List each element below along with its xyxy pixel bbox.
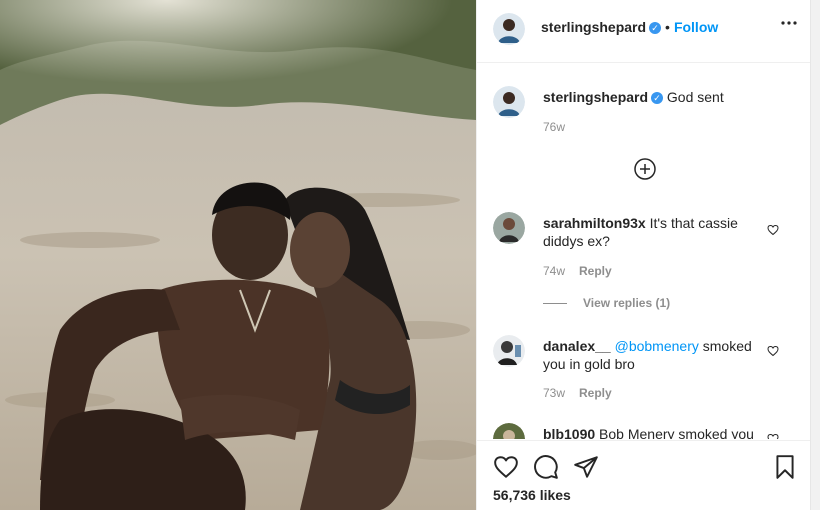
post-actions-footer: 56,736 likes xyxy=(477,440,811,511)
caption-body: God sent xyxy=(666,89,724,105)
follow-button[interactable]: Follow xyxy=(674,19,718,35)
caption-row: sterlingshepard ✓ God sent 76w xyxy=(493,86,793,146)
comment-body-line2: you in gold bro xyxy=(543,356,635,372)
verified-badge-icon: ✓ xyxy=(649,22,662,34)
post-photo[interactable] xyxy=(0,0,476,510)
comment-body-line1: Bob Menery smoked you xyxy=(599,426,754,439)
avatar[interactable] xyxy=(493,335,525,367)
comment-text: sarahmilton93x It's that cassie diddys e… xyxy=(543,214,738,250)
comment-like-heart-icon[interactable] xyxy=(767,223,779,236)
commenter-avatar-icon xyxy=(493,212,525,244)
heart-icon[interactable] xyxy=(493,454,519,480)
avatar[interactable] xyxy=(493,423,525,439)
post-header: sterlingshepard ✓ • Follow xyxy=(477,0,811,63)
profile-avatar-icon xyxy=(493,13,525,45)
avatar[interactable] xyxy=(493,13,525,45)
comment-item: sarahmilton93x It's that cassie diddys e… xyxy=(493,212,793,322)
view-replies-label: View replies (1) xyxy=(583,296,671,310)
comment-text: blb1090 Bob Menery smoked you xyxy=(543,425,754,439)
comment-body-line1: It's that cassie xyxy=(649,215,738,231)
avatar[interactable] xyxy=(493,212,525,244)
caption-text: sterlingshepard ✓ God sent xyxy=(543,88,724,106)
divider-line xyxy=(543,303,567,305)
comment-like-heart-icon[interactable] xyxy=(767,344,779,357)
reply-button[interactable]: Reply xyxy=(579,386,612,400)
comment-time[interactable]: 74w xyxy=(543,264,565,278)
bookmark-icon[interactable] xyxy=(772,454,798,480)
comment-meta: 73w Reply xyxy=(543,386,612,400)
comment-meta: 74w Reply xyxy=(543,264,612,278)
comment-username[interactable]: danalex__ xyxy=(543,338,611,354)
share-icon[interactable] xyxy=(573,454,599,480)
post-details-panel: sterlingshepard ✓ • Follow sterlingshepard ✓… xyxy=(476,0,811,511)
comment-text: danalex__ @bobmenery smoked you in gold … xyxy=(543,337,752,373)
comment-like-heart-icon[interactable] xyxy=(767,432,779,439)
view-replies-button[interactable]: View replies (1) xyxy=(543,296,670,310)
more-options-icon[interactable] xyxy=(781,15,797,36)
mention-link[interactable]: @bobmenery xyxy=(615,338,699,354)
comment-username[interactable]: blb1090 xyxy=(543,426,595,439)
comment-item: blb1090 Bob Menery smoked you xyxy=(493,423,793,439)
caption-time[interactable]: 76w xyxy=(543,120,565,134)
beach-photo xyxy=(0,0,476,510)
commenter-avatar-icon xyxy=(493,335,525,367)
comment-username[interactable]: sarahmilton93x xyxy=(543,215,646,231)
load-more-comments-icon[interactable] xyxy=(634,158,656,180)
caption-author[interactable]: sterlingshepard xyxy=(543,89,648,105)
profile-avatar-icon xyxy=(493,86,525,118)
avatar[interactable] xyxy=(493,86,525,118)
comments-list[interactable]: sterlingshepard ✓ God sent 76w sarahmilto… xyxy=(477,63,811,439)
separator-dot: • xyxy=(665,19,670,35)
verified-badge-icon: ✓ xyxy=(651,92,664,104)
vertical-scrollbar[interactable] xyxy=(810,0,820,510)
comment-time[interactable]: 73w xyxy=(543,386,565,400)
comment-body-line1: smoked xyxy=(702,338,752,354)
comment-body-line2: diddys ex? xyxy=(543,233,610,249)
post-author-username[interactable]: sterlingshepard xyxy=(541,19,646,35)
reply-button[interactable]: Reply xyxy=(579,264,612,278)
likes-count[interactable]: 56,736 likes xyxy=(493,487,571,503)
comment-icon[interactable] xyxy=(533,454,559,480)
comment-item: danalex__ @bobmenery smoked you in gold … xyxy=(493,335,793,405)
commenter-avatar-icon xyxy=(493,423,525,439)
